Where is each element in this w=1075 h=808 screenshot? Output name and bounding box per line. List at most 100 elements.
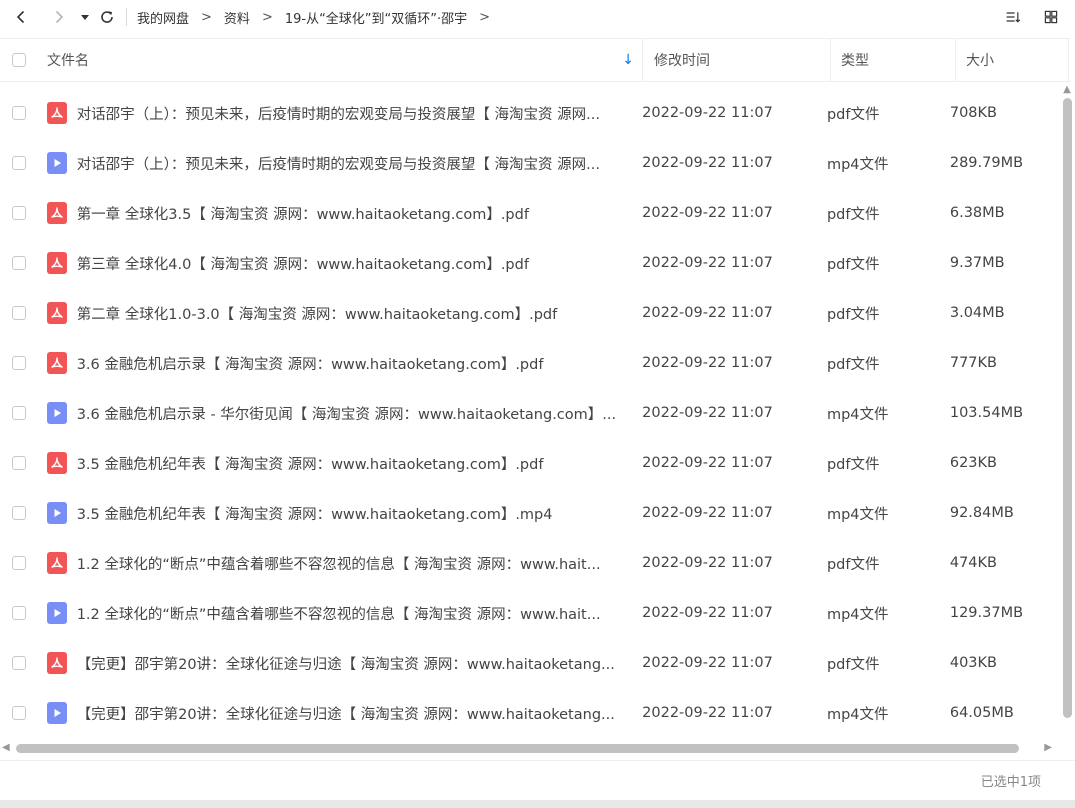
scroll-right-arrow-icon[interactable]: ▶	[1044, 742, 1052, 753]
row-checkbox[interactable]	[11, 306, 26, 320]
file-row[interactable]: 1.2 全球化的“断点”中蕴含着哪些不容忽视的信息【 海淘宝资 源网：www.h…	[0, 588, 1058, 638]
file-name[interactable]: 3.5 金融危机纪年表【 海淘宝资 源网：www.haitaoketang.co…	[77, 503, 642, 524]
file-modified-time: 2022-09-22 11:07	[642, 505, 773, 521]
breadcrumb-root[interactable]: 我的网盘	[137, 8, 189, 27]
file-row[interactable]: 第一章 全球化3.5【 海淘宝资 源网：www.haitaoketang.com…	[0, 188, 1058, 238]
file-name[interactable]: 1.2 全球化的“断点”中蕴含着哪些不容忽视的信息【 海淘宝资 源网：www.h…	[77, 553, 642, 574]
file-row[interactable]: 第二章 全球化1.0-3.0【 海淘宝资 源网：www.haitaoketang…	[0, 288, 1058, 338]
file-name[interactable]: 第二章 全球化1.0-3.0【 海淘宝资 源网：www.haitaoketang…	[77, 303, 642, 324]
file-modified-time: 2022-09-22 11:07	[642, 105, 773, 121]
refresh-button[interactable]	[96, 6, 118, 28]
file-type: pdf文件	[826, 556, 880, 573]
file-row[interactable]: 【完更】邵宇第20讲：全球化征途与归途【 海淘宝资 源网：www.haitaok…	[0, 638, 1058, 688]
row-checkbox[interactable]	[11, 506, 26, 520]
selection-count: 已选中1项	[980, 775, 1041, 790]
row-checkbox[interactable]	[11, 406, 26, 420]
sort-desc-arrow-icon: ↓	[622, 52, 634, 68]
row-checkbox[interactable]	[11, 156, 26, 170]
row-checkbox-cell	[0, 706, 37, 720]
file-size: 289.79MB	[949, 155, 1024, 171]
file-type: mp4文件	[826, 156, 889, 173]
grid-view-button[interactable]	[1041, 7, 1061, 27]
file-name[interactable]: 3.5 金融危机纪年表【 海淘宝资 源网：www.haitaoketang.co…	[77, 453, 642, 474]
pdf-file-icon	[47, 552, 68, 574]
file-name[interactable]: 3.6 金融危机启示录【 海淘宝资 源网：www.haitaoketang.co…	[77, 353, 642, 374]
row-checkbox[interactable]	[11, 106, 26, 120]
row-checkbox-cell	[0, 256, 37, 270]
history-dropdown-button[interactable]	[74, 6, 96, 28]
file-row[interactable]: 【完更】邵宇第20讲：全球化征途与归途【 海淘宝资 源网：www.haitaok…	[0, 688, 1058, 738]
vertical-scrollbar[interactable]: ▲	[1059, 80, 1075, 740]
column-header-name[interactable]: 文件名 ↓	[38, 39, 643, 81]
file-icon-cell	[37, 352, 76, 374]
row-checkbox[interactable]	[11, 356, 26, 370]
row-checkbox[interactable]	[11, 256, 26, 270]
file-icon-cell	[37, 502, 76, 524]
file-type: mp4文件	[826, 506, 889, 523]
horizontal-scrollbar[interactable]: ◀ ▶	[0, 740, 1058, 756]
file-name[interactable]: 第一章 全球化3.5【 海淘宝资 源网：www.haitaoketang.com…	[77, 203, 642, 224]
pdf-file-icon	[47, 102, 68, 124]
row-checkbox[interactable]	[11, 606, 26, 620]
file-size: 777KB	[949, 355, 997, 371]
breadcrumb-folder[interactable]: 资料	[224, 8, 250, 27]
refresh-icon	[101, 11, 113, 23]
row-checkbox-cell	[0, 356, 37, 370]
row-checkbox-cell	[0, 206, 37, 220]
row-checkbox-cell	[0, 406, 37, 420]
vertical-scroll-thumb[interactable]	[1063, 98, 1072, 718]
file-name[interactable]: 1.2 全球化的“断点”中蕴含着哪些不容忽视的信息【 海淘宝资 源网：www.h…	[77, 603, 642, 624]
scroll-left-arrow-icon[interactable]: ◀	[2, 742, 10, 753]
file-size: 92.84MB	[949, 505, 1014, 521]
file-modified-time: 2022-09-22 11:07	[642, 705, 773, 721]
file-row[interactable]: 对话邵宇（上）：预见未来，后疫情时期的宏观变局与投资展望【 海淘宝资 源网...…	[0, 88, 1058, 138]
row-checkbox-cell	[0, 106, 37, 120]
breadcrumb-separator-icon: >	[201, 9, 212, 25]
file-row[interactable]: 3.5 金融危机纪年表【 海淘宝资 源网：www.haitaoketang.co…	[0, 488, 1058, 538]
file-type: mp4文件	[826, 406, 889, 423]
file-row[interactable]: 3.6 金融危机启示录【 海淘宝资 源网：www.haitaoketang.co…	[0, 338, 1058, 388]
file-name[interactable]: 3.6 金融危机启示录 - 华尔街见闻【 海淘宝资 源网：www.haitaok…	[77, 403, 642, 424]
column-header-size[interactable]: 大小	[956, 39, 1069, 81]
file-icon-cell	[37, 102, 76, 124]
file-row[interactable]: 1.2 全球化的“断点”中蕴含着哪些不容忽视的信息【 海淘宝资 源网：www.h…	[0, 538, 1058, 588]
horizontal-scroll-thumb[interactable]	[16, 744, 1019, 753]
select-all-cell	[0, 39, 38, 81]
file-size: 403KB	[949, 655, 997, 671]
scroll-up-arrow-icon[interactable]: ▲	[1061, 84, 1073, 96]
file-row[interactable]: 3.6 金融危机启示录 - 华尔街见闻【 海淘宝资 源网：www.haitaok…	[0, 388, 1058, 438]
select-all-checkbox[interactable]	[12, 53, 26, 67]
row-checkbox[interactable]	[11, 656, 26, 670]
sort-button[interactable]	[1003, 7, 1023, 27]
file-name[interactable]: 第三章 全球化4.0【 海淘宝资 源网：www.haitaoketang.com…	[77, 253, 642, 274]
row-checkbox-cell	[0, 656, 37, 670]
file-icon-cell	[37, 402, 76, 424]
row-checkbox[interactable]	[11, 706, 26, 720]
file-row[interactable]: 第三章 全球化4.0【 海淘宝资 源网：www.haitaoketang.com…	[0, 238, 1058, 288]
file-type: pdf文件	[826, 306, 880, 323]
file-name[interactable]: 对话邵宇（上）：预见未来，后疫情时期的宏观变局与投资展望【 海淘宝资 源网...	[77, 153, 642, 174]
file-list-header: 文件名 ↓ 修改时间 类型 大小	[0, 38, 1070, 82]
video-file-icon	[47, 502, 68, 524]
file-icon-cell	[37, 652, 76, 674]
file-size: 9.37MB	[949, 255, 1005, 271]
file-row[interactable]: 对话邵宇（上）：预见未来，后疫情时期的宏观变局与投资展望【 海淘宝资 源网...…	[0, 138, 1058, 188]
forward-button[interactable]	[48, 6, 70, 28]
column-header-type[interactable]: 类型	[831, 39, 956, 81]
file-icon-cell	[37, 602, 76, 624]
row-checkbox[interactable]	[11, 206, 26, 220]
row-checkbox[interactable]	[11, 456, 26, 470]
file-name[interactable]: 【完更】邵宇第20讲：全球化征途与归途【 海淘宝资 源网：www.haitaok…	[77, 703, 642, 724]
row-checkbox[interactable]	[11, 556, 26, 570]
back-button[interactable]	[10, 6, 32, 28]
breadcrumb-more-icon[interactable]: >	[479, 10, 490, 25]
breadcrumb: 我的网盘 > 资料 > 19-从“全球化”到“双循环”·邵宇 >	[137, 8, 502, 27]
column-header-time[interactable]: 修改时间	[643, 39, 831, 81]
grid-view-icon	[1044, 10, 1058, 24]
file-row[interactable]: 3.5 金融危机纪年表【 海淘宝资 源网：www.haitaoketang.co…	[0, 438, 1058, 488]
file-name[interactable]: 对话邵宇（上）：预见未来，后疫情时期的宏观变局与投资展望【 海淘宝资 源网...	[77, 103, 642, 124]
status-bar: 已选中1项	[0, 760, 1075, 800]
breadcrumb-current[interactable]: 19-从“全球化”到“双循环”·邵宇	[285, 8, 467, 27]
file-name[interactable]: 【完更】邵宇第20讲：全球化征途与归途【 海淘宝资 源网：www.haitaok…	[77, 653, 642, 674]
column-time-label: 修改时间	[654, 53, 710, 69]
